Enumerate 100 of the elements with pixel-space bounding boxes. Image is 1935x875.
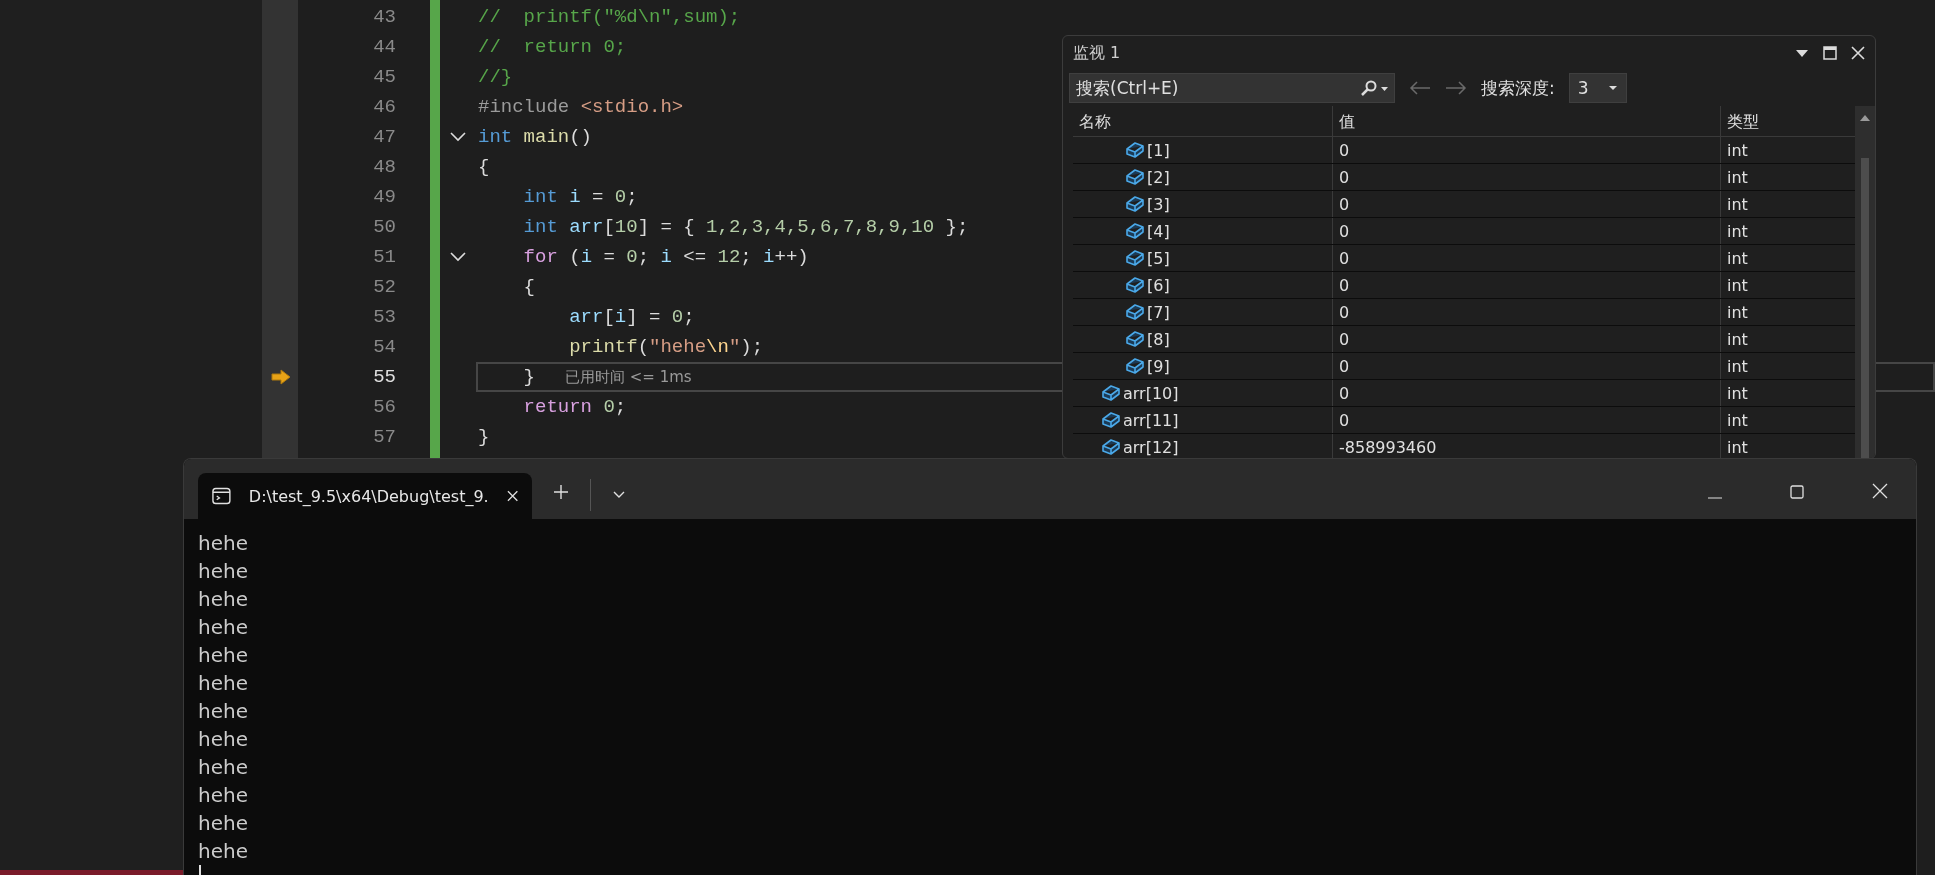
table-cell-text: int [1726,355,1749,378]
table-cell: 0 [1333,299,1721,325]
code-line: { [478,156,490,178]
code-line: printf("hehe\n"); [568,336,764,358]
line-number: 48 [373,156,396,178]
console-icon [212,487,231,505]
text-cursor [199,865,201,875]
table-cell: 0 [1333,272,1721,298]
close-icon[interactable] [1872,483,1888,499]
table-cell-text: int [1726,382,1749,405]
line-number: 50 [373,216,396,238]
window-title: 监视 1 [1073,42,1122,64]
output-line: hehe [198,614,249,641]
chevron-icon[interactable] [450,132,466,142]
code-line: int main() [478,126,593,148]
code-line: } [522,366,535,388]
code-line: arr[i] = 0; [568,306,695,328]
line-number: 46 [373,96,396,118]
cube-icon [1125,168,1145,186]
code-line: return 0; [522,396,627,418]
line-number: 52 [373,276,396,298]
line-number: 55 [373,366,396,388]
output-line: hehe [198,726,249,753]
depth-dropdown[interactable]: 3 [1568,73,1627,103]
maximize-icon[interactable] [1790,485,1804,499]
column-header[interactable]: 名称 [1073,106,1333,136]
variable-name: arr[11] [1123,410,1179,430]
line-number: 47 [373,126,396,148]
search-depth-label: 搜索深度: [1481,76,1555,100]
table-cell-text: int [1726,301,1749,324]
cube-icon [1125,276,1145,294]
code-line: int i = 0; [522,186,638,208]
close-icon[interactable] [1851,46,1865,60]
line-number: 54 [373,336,396,358]
output-line: hehe [198,642,249,669]
scroll-thumb[interactable] [1861,158,1869,458]
output-line: hehe [198,586,249,613]
output-line: hehe [198,530,249,557]
table-cell: 0 [1333,137,1721,163]
line-number: 56 [373,396,396,418]
table-cell-text: int [1726,247,1749,270]
variable-name: arr[12] [1123,437,1179,457]
close-icon[interactable] [506,490,518,502]
table-cell: 0 [1333,191,1721,217]
code-line: } [478,426,490,448]
variable-name: [5] [1147,248,1170,268]
table-cell-text: int [1726,220,1749,243]
code-line: // return 0; [478,36,627,58]
output-line: hehe [198,810,249,837]
variable-name: [9] [1147,356,1170,376]
output-line: hehe [198,782,249,809]
cube-icon [1101,411,1121,429]
output-line: hehe [198,698,249,725]
dropdown-icon[interactable] [1795,48,1809,58]
column-header[interactable]: 值 [1333,106,1721,136]
cube-icon [1101,384,1121,402]
line-number: 44 [373,36,396,58]
search-field[interactable]: 搜索(Ctrl+E) [1069,73,1395,103]
output-line: hehe [198,670,249,697]
table-cell-text: int [1726,409,1749,432]
cube-icon [1125,141,1145,159]
cube-icon [1101,438,1121,456]
table-cell: 0 [1333,380,1721,406]
table-cell: 0 [1333,326,1721,352]
variable-name: [3] [1147,194,1170,214]
scrollbar[interactable] [1855,106,1875,458]
line-number: 45 [373,66,396,88]
line-number: 57 [373,426,396,448]
table-cell-text: int [1726,166,1749,189]
table-cell-text: int [1726,139,1749,162]
table-cell: 0 [1333,245,1721,271]
code-line: int arr[10] = { 1,2,3,4,5,6,7,8,9,10 }; [522,216,969,238]
cube-icon [1125,330,1145,348]
search-icon[interactable] [1359,80,1389,96]
caret-icon [1607,85,1618,91]
line-number: 53 [373,306,396,328]
table-cell-text: int [1726,274,1749,297]
back-arrow-icon[interactable] [1409,81,1431,95]
terminal-tab[interactable]: D:\test_9.5\x64\Debug\test_9. [198,473,532,519]
chevron-icon[interactable] [450,252,466,262]
column-header[interactable]: 类型 [1721,106,1855,136]
table-cell-text: int [1726,436,1749,458]
forward-arrow-icon[interactable] [1445,81,1467,95]
maximize-icon[interactable] [1823,46,1837,60]
table-cell-text: int [1726,193,1749,216]
line-number: 43 [373,6,396,28]
cube-icon [1125,303,1145,321]
chevron-icon[interactable] [613,491,625,499]
cube-icon [1125,249,1145,267]
variable-name: arr[10] [1123,383,1179,403]
table-cell: 0 [1333,218,1721,244]
line-number: 51 [373,246,396,268]
variable-name: [4] [1147,221,1170,241]
code-line: // printf("%d\n",sum); [478,6,741,28]
cube-icon [1125,357,1145,375]
cube-icon [1125,222,1145,240]
scroll-up-icon[interactable] [1859,114,1871,122]
plus-icon[interactable] [554,485,568,499]
code-line: for (i = 0; i <= 12; i++) [522,246,809,268]
table-cell: 0 [1333,407,1721,433]
